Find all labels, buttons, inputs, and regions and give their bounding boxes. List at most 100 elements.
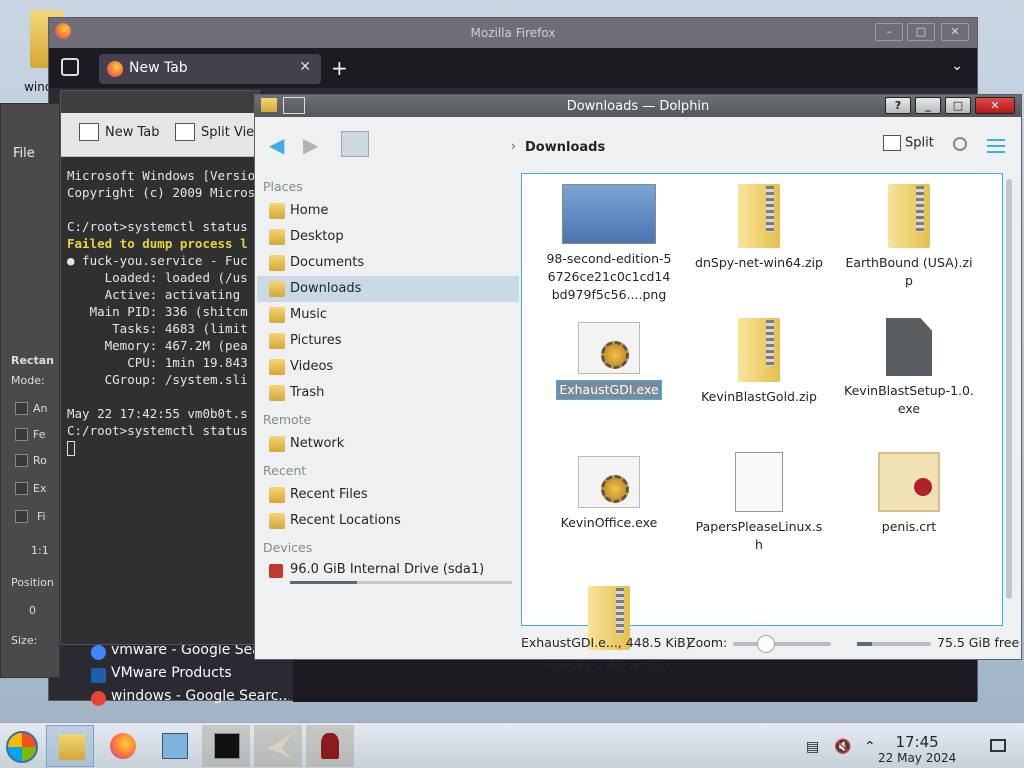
maximize-button[interactable]: □ [907, 23, 935, 41]
taskbar-terminal[interactable] [202, 725, 250, 767]
file-item[interactable]: 98-second-edition-56726ce21c0c1cd14bd979… [544, 184, 674, 304]
tab-label: New Tab [129, 60, 188, 76]
script-icon [735, 452, 783, 512]
file-name: 98-second-edition-56726ce21c0c1cd14bd979… [546, 251, 672, 302]
zoom-slider-handle[interactable] [757, 635, 775, 653]
position-x-field[interactable]: 0 [29, 604, 36, 617]
file-view[interactable]: 98-second-edition-56726ce21c0c1cd14bd979… [521, 173, 1003, 672]
maximize-button[interactable]: □ [945, 97, 971, 114]
place-item-desktop[interactable]: Desktop [257, 224, 519, 250]
taskbar-wine[interactable] [306, 725, 354, 767]
taskbar-firefox[interactable] [98, 725, 146, 767]
terminal-line: Tasks: 4683 (limit [67, 321, 248, 336]
file-item[interactable]: ExhaustGDI.exe [544, 318, 674, 400]
clipboard-icon[interactable]: ▤ [806, 739, 819, 755]
file-item[interactable]: PapersPleaseLinux.sh [694, 452, 824, 554]
taskbar-vmware[interactable] [254, 725, 302, 767]
back-arrow-icon[interactable]: ◀ [269, 133, 284, 157]
minimize-button[interactable]: – [875, 23, 903, 41]
place-folder-icon [269, 333, 285, 349]
list-item[interactable]: VMware Products [89, 665, 289, 688]
firefox-titlebar[interactable]: Mozilla Firefox – □ ✕ [49, 18, 977, 48]
hamburger-menu-icon[interactable] [987, 139, 1005, 157]
split-button[interactable]: Split [883, 135, 934, 151]
vmware-icon [91, 668, 106, 683]
mode-label: Mode: [11, 374, 45, 387]
place-item-recent-locations[interactable]: Recent Locations [257, 508, 519, 534]
sidebar-toggle-icon[interactable] [61, 58, 79, 76]
close-button[interactable]: ✕ [941, 23, 969, 41]
new-tab-plus-icon[interactable]: + [331, 56, 348, 80]
scrollbar[interactable] [1003, 175, 1015, 624]
forward-arrow-icon[interactable]: ▶ [303, 133, 318, 157]
devices-header: Devices [263, 540, 313, 555]
size-label: Size: [11, 634, 38, 647]
new-tab-button[interactable]: New Tab [105, 125, 160, 140]
icons-view-button[interactable] [341, 131, 369, 157]
terminal-titlebar[interactable] [61, 91, 259, 113]
dolphin-titlebar[interactable]: Downloads — Dolphin ? _ □ ✕ [255, 95, 1021, 117]
place-item-pictures[interactable]: Pictures [257, 328, 519, 354]
fixed-checkbox[interactable] [15, 510, 28, 523]
chevron-up-icon[interactable]: ⌃ [864, 739, 876, 755]
details-view-button[interactable] [411, 131, 439, 157]
list-item[interactable]: windows - Google Searc... [89, 688, 289, 711]
compact-view-button[interactable] [377, 131, 405, 157]
place-item-documents[interactable]: Documents [257, 250, 519, 276]
clock[interactable]: 17:45 22 May 2024 [878, 733, 956, 765]
breadcrumb[interactable]: Downloads [525, 140, 605, 155]
clock-time: 17:45 [895, 733, 939, 751]
feather-checkbox[interactable] [15, 428, 28, 441]
file-item[interactable]: KevinOffice.exe [544, 452, 674, 532]
close-button[interactable]: ✕ [975, 97, 1015, 114]
chevron-down-icon[interactable]: ⌄ [951, 58, 963, 74]
ratio-field[interactable]: 1:1 [31, 544, 49, 557]
device-internal-drive[interactable]: 96.0 GiB Internal Drive (sda1) [257, 559, 519, 591]
new-tab-icon [79, 123, 99, 141]
expand-checkbox[interactable] [15, 482, 28, 495]
certificate-icon [878, 452, 940, 512]
place-item-downloads[interactable]: Downloads [257, 276, 519, 302]
start-menu-icon[interactable] [6, 731, 38, 763]
taskbar-dolphin[interactable] [46, 725, 94, 767]
terminal-line: Copyright (c) 2009 Micros [67, 185, 256, 200]
file-item[interactable]: KevinBlastSetup-1.0.exe [844, 318, 974, 418]
search-icon[interactable] [953, 137, 967, 151]
breadcrumb-chevron-icon: › [511, 139, 516, 153]
place-folder-icon [269, 385, 285, 401]
tool-options-window: File Rectan Mode: An Fe Ro Ex Fi 1:1 Pos… [0, 103, 60, 678]
file-name: penis.crt [881, 519, 937, 534]
file-menu[interactable]: File [13, 146, 35, 161]
file-item[interactable]: EarthBound (USA).zip [844, 184, 974, 290]
zip-archive-icon [738, 318, 780, 382]
google-icon [91, 691, 106, 706]
antialias-checkbox[interactable] [15, 402, 28, 415]
file-item[interactable]: penis.crt [844, 452, 974, 536]
place-item-home[interactable]: Home [257, 198, 519, 224]
firefox-tabbar: New Tab ✕ + ⌄ [49, 48, 977, 88]
volume-muted-icon[interactable]: 🔇 [834, 739, 851, 755]
file-item[interactable]: snes9x-1.60-win32- [544, 586, 674, 674]
place-item-network[interactable]: Network [257, 431, 519, 457]
tab-new-tab[interactable]: New Tab ✕ [99, 54, 321, 84]
show-desktop-icon[interactable] [990, 739, 1006, 752]
close-tab-icon[interactable]: ✕ [299, 59, 311, 75]
file-name: EarthBound (USA).zip [845, 255, 973, 288]
place-item-recent-files[interactable]: Recent Files [257, 482, 519, 508]
file-item[interactable]: KevinBlastGold.zip [694, 318, 824, 406]
exe-gear-icon [578, 322, 640, 374]
rounded-checkbox[interactable] [15, 454, 28, 467]
minimize-button[interactable]: _ [915, 97, 941, 114]
file-item[interactable]: dnSpy-net-win64.zip [694, 184, 824, 272]
place-item-music[interactable]: Music [257, 302, 519, 328]
place-item-videos[interactable]: Videos [257, 354, 519, 380]
place-folder-icon [269, 487, 285, 503]
help-button[interactable]: ? [885, 97, 911, 114]
place-item-trash[interactable]: Trash [257, 380, 519, 406]
taskbar-system-settings[interactable] [150, 725, 198, 767]
zoom-slider[interactable] [733, 635, 831, 653]
terminal-output[interactable]: Microsoft Windows [Version Copyright (c) … [67, 167, 259, 456]
dolphin-toolbar: ◀ ▶ › Downloads Split [255, 117, 1021, 169]
wine-glass-icon [321, 733, 339, 759]
terminal-line: ● fuck-you.service - Fuc [67, 253, 248, 268]
